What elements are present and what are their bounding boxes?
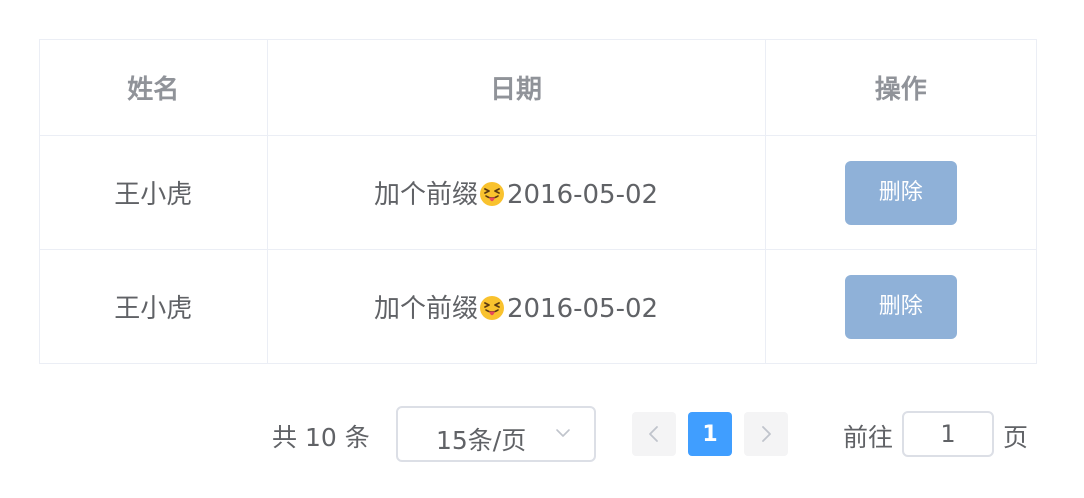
jump-page-input[interactable] bbox=[902, 411, 994, 457]
header-actions: 操作 bbox=[764, 40, 1036, 136]
squinting-face-with-tongue-icon bbox=[479, 182, 504, 206]
table-row: 王小虎 加个前缀 2016-05-02 删除 bbox=[40, 135, 1036, 250]
date-value: 2016-05-02 bbox=[506, 294, 659, 324]
cell-date: 加个前缀 2016-05-02 bbox=[266, 135, 766, 250]
header-date: 日期 bbox=[266, 40, 766, 136]
date-prefix: 加个前缀 bbox=[373, 180, 478, 210]
header-name: 姓名 bbox=[40, 40, 268, 136]
total-count: 共 10 条 bbox=[272, 423, 370, 452]
date-value: 2016-05-02 bbox=[506, 180, 659, 210]
next-page-button[interactable] bbox=[744, 412, 788, 456]
chevron-down-icon bbox=[556, 429, 570, 437]
page-number-current[interactable]: 1 bbox=[688, 412, 732, 456]
cell-name: 王小虎 bbox=[40, 249, 268, 363]
cell-date: 加个前缀 2016-05-02 bbox=[266, 249, 766, 363]
date-prefix: 加个前缀 bbox=[373, 294, 478, 324]
cell-actions: 删除 bbox=[764, 135, 1036, 250]
jump-suffix: 页 bbox=[1003, 423, 1029, 452]
table-header-row: 姓名 日期 操作 bbox=[40, 40, 1036, 136]
jump-label: 前往 bbox=[843, 423, 894, 452]
delete-button[interactable]: 删除 bbox=[844, 274, 957, 339]
cell-actions: 删除 bbox=[764, 249, 1036, 363]
chevron-left-icon bbox=[649, 426, 658, 442]
prev-page-button[interactable] bbox=[632, 412, 676, 456]
page-size-value: 15条/页 bbox=[436, 426, 527, 455]
delete-button[interactable]: 删除 bbox=[844, 160, 957, 225]
pagination: 共 10 条 15条/页 1 前往 页 bbox=[0, 406, 1084, 462]
chevron-right-icon bbox=[762, 426, 771, 442]
page-size-select[interactable]: 15条/页 bbox=[396, 406, 596, 462]
squinting-face-with-tongue-icon bbox=[479, 296, 504, 320]
data-table: 姓名 日期 操作 王小虎 加个前缀 2016-05-02 删除 王小虎 加个前缀… bbox=[39, 39, 1037, 364]
cell-name: 王小虎 bbox=[40, 135, 268, 250]
table-row: 王小虎 加个前缀 2016-05-02 删除 bbox=[40, 249, 1036, 363]
